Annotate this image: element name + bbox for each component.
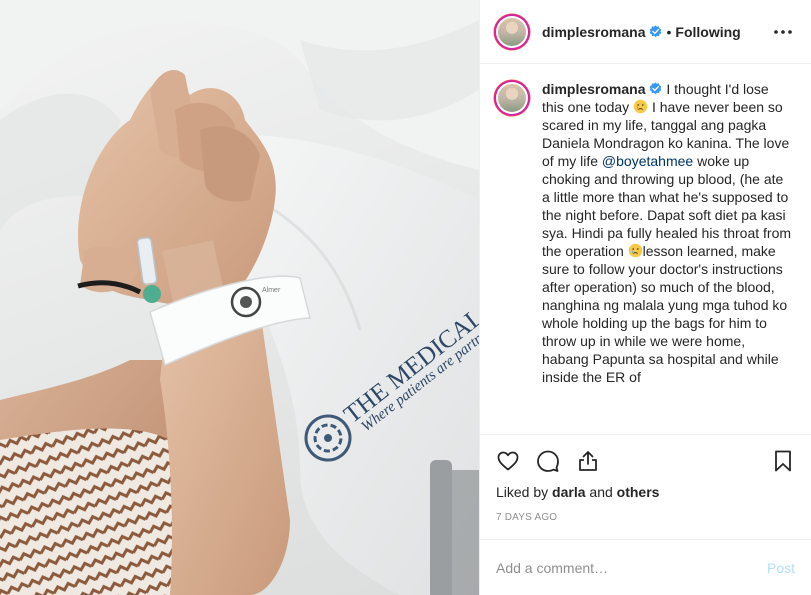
avatar-image [498,17,526,46]
photo-illustration: THE MEDICAL CITY Where patients are part… [0,0,479,595]
separator-dot: • [666,23,672,40]
share-icon[interactable] [576,449,600,473]
header-username[interactable]: dimplesromana [542,24,645,40]
following-button[interactable]: Following [675,24,740,40]
post-photo[interactable]: THE MEDICAL CITY Where patients are part… [0,0,479,595]
mention-link[interactable]: @boyetahmee [602,153,693,169]
likes-summary: Liked by darla and others [496,484,795,500]
more-horizontal-icon [774,29,792,34]
comments-area[interactable]: dimplesromana I thought I'd lose this on… [480,64,811,434]
comment-input[interactable] [496,559,767,576]
more-options-button[interactable] [771,20,795,44]
actions-section: Liked by darla and others 7 DAYS AGO [480,434,811,539]
bookmark-icon[interactable] [771,449,795,473]
avatar[interactable] [496,15,528,48]
post-comment-button[interactable]: Post [767,560,795,576]
post-date[interactable]: 7 DAYS AGO [496,512,795,523]
crying-face-icon [628,243,642,258]
caption-avatar[interactable] [496,82,528,114]
post-viewer: THE MEDICAL CITY Where patients are part… [0,0,811,595]
likes-and: and [589,484,613,500]
add-comment-bar: Post [480,539,811,595]
heart-icon[interactable] [496,449,520,473]
post-header: dimplesromana • Following [480,0,811,64]
comment-icon[interactable] [536,449,560,473]
action-icons-row [496,435,795,483]
avatar-image [498,84,526,112]
likes-prefix: Liked by [496,484,549,500]
crying-face-icon [633,99,648,114]
verified-badge-icon [650,25,662,38]
liked-by-user-link[interactable]: darla [552,484,585,500]
verified-badge-icon [650,82,662,95]
likes-others-link[interactable]: others [617,484,660,500]
caption-username[interactable]: dimplesromana [542,81,645,97]
caption-row: dimplesromana I thought I'd lose this on… [496,80,795,386]
post-side-panel: dimplesromana • Following dimplesromana … [479,0,811,595]
caption-text: dimplesromana I thought I'd lose this on… [542,80,794,386]
wristband-text: Almer [262,287,281,294]
caption-part-4: lesson learned, make sure to follow your… [542,243,788,385]
